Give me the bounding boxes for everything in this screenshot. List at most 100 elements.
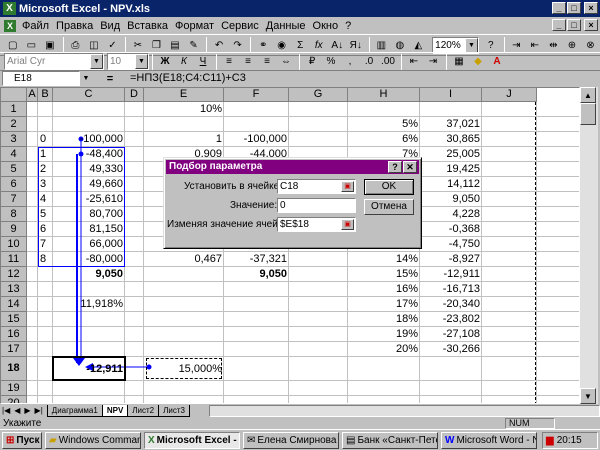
task-word[interactable]: W Microsoft Word - N... xyxy=(441,431,537,449)
value-input[interactable]: 0 xyxy=(277,198,356,213)
language-flag-icon[interactable]: ▆ xyxy=(546,435,554,446)
cell-h3[interactable]: 6% xyxy=(348,132,420,147)
cell-b8[interactable]: 5 xyxy=(38,207,53,222)
row-header-4[interactable]: 4 xyxy=(1,147,27,162)
row-header-6[interactable]: 6 xyxy=(1,177,27,192)
chevron-down-icon[interactable]: ▼ xyxy=(135,54,148,69)
cell-i12[interactable]: -12,911 xyxy=(420,267,482,282)
row-header-17[interactable]: 17 xyxy=(1,342,27,357)
row-header-20[interactable]: 20 xyxy=(1,396,27,403)
column-header-h[interactable]: H xyxy=(348,88,420,102)
cell-h2[interactable]: 5% xyxy=(348,117,420,132)
task-windows-commander[interactable]: ▰ Windows Comman... xyxy=(45,431,141,449)
cell-i7[interactable]: 9,050 xyxy=(420,192,482,207)
increase-indent-icon[interactable]: ⇥ xyxy=(424,53,442,71)
cell-c9[interactable]: 81,150 xyxy=(53,222,125,237)
cell-b10[interactable]: 7 xyxy=(38,237,53,252)
italic-button[interactable]: К xyxy=(175,53,193,71)
cell-e3[interactable]: 1 xyxy=(144,132,224,147)
cell-e18[interactable]: 15,000% xyxy=(144,357,224,381)
column-header-d[interactable]: D xyxy=(125,88,144,102)
cell-h11[interactable]: 14% xyxy=(348,252,420,267)
row-header-5[interactable]: 5 xyxy=(1,162,27,177)
cell-e11[interactable]: 0,467 xyxy=(144,252,224,267)
document-x-icon[interactable]: X xyxy=(4,19,16,32)
next-sheet-icon[interactable]: ▶ xyxy=(24,406,30,415)
row-header-15[interactable]: 15 xyxy=(1,312,27,327)
tab-sheet2[interactable]: Лист2 xyxy=(127,404,160,417)
row-header-8[interactable]: 8 xyxy=(1,207,27,222)
row-header-18[interactable]: 18 xyxy=(1,357,27,381)
task-elena[interactable]: ✉ Елена Смирнова - ... xyxy=(243,431,339,449)
chevron-down-icon[interactable]: ▼ xyxy=(80,71,92,86)
menu-file[interactable]: Файл xyxy=(22,20,49,32)
bold-button[interactable]: Ж xyxy=(156,53,174,71)
doc-close-button[interactable]: × xyxy=(584,19,598,31)
cell-b11[interactable]: 8 xyxy=(38,252,53,267)
menu-window[interactable]: Окно xyxy=(313,20,339,32)
chevron-down-icon[interactable]: ▼ xyxy=(465,37,478,53)
menu-insert[interactable]: Вставка xyxy=(127,20,168,32)
column-header-i[interactable]: I xyxy=(420,88,482,102)
cell-h17[interactable]: 20% xyxy=(348,342,420,357)
font-size-select[interactable]: 10 ▼ xyxy=(107,53,149,70)
align-left-icon[interactable]: ≡ xyxy=(220,53,238,71)
cell-i14[interactable]: -20,340 xyxy=(420,297,482,312)
cell-b4[interactable]: 1 xyxy=(38,147,53,162)
ok-button[interactable]: OK xyxy=(364,179,414,195)
cell-h14[interactable]: 17% xyxy=(348,297,420,312)
cell-i2[interactable]: 37,021 xyxy=(420,117,482,132)
cell-b3[interactable]: 0 xyxy=(38,132,53,147)
scroll-thumb[interactable] xyxy=(580,103,596,125)
vertical-scrollbar[interactable]: ▲ ▼ xyxy=(580,87,598,404)
doc-restore-button[interactable]: □ xyxy=(567,19,581,31)
cell-i3[interactable]: 30,865 xyxy=(420,132,482,147)
menu-data[interactable]: Данные xyxy=(266,20,306,32)
row-header-12[interactable]: 12 xyxy=(1,267,27,282)
decrease-indent-icon[interactable]: ⇤ xyxy=(405,53,423,71)
align-right-icon[interactable]: ≡ xyxy=(258,53,276,71)
cell-i10[interactable]: -4,750 xyxy=(420,237,482,252)
dialog-title[interactable]: Подбор параметра xyxy=(166,160,419,174)
cell-f12[interactable]: 9,050 xyxy=(224,267,289,282)
cell-i4[interactable]: 25,005 xyxy=(420,147,482,162)
cell-c14[interactable]: 11,918% xyxy=(53,297,125,312)
scroll-down-icon[interactable]: ▼ xyxy=(580,388,596,404)
cell-b9[interactable]: 6 xyxy=(38,222,53,237)
row-header-16[interactable]: 16 xyxy=(1,327,27,342)
last-sheet-icon[interactable]: ▶| xyxy=(35,406,43,415)
select-all-corner[interactable] xyxy=(1,88,27,102)
dialog-help-button[interactable]: ? xyxy=(388,161,402,173)
column-header-g[interactable]: G xyxy=(289,88,348,102)
row-header-7[interactable]: 7 xyxy=(1,192,27,207)
scroll-up-icon[interactable]: ▲ xyxy=(580,87,596,103)
row-header-3[interactable]: 3 xyxy=(1,132,27,147)
currency-icon[interactable]: ₽ xyxy=(303,53,321,71)
cell-c10[interactable]: 66,000 xyxy=(53,237,125,252)
cell-c12[interactable]: 9,050 xyxy=(53,267,125,282)
cell-i5[interactable]: 19,425 xyxy=(420,162,482,177)
cell-c4[interactable]: -48,400 xyxy=(53,147,125,162)
cell-e1[interactable]: 10% xyxy=(144,102,224,117)
zoom-select[interactable]: 120% ▼ xyxy=(432,36,479,54)
doc-minimize-button[interactable]: _ xyxy=(552,19,566,31)
cell-c3[interactable]: -100,000 xyxy=(53,132,125,147)
column-header-f[interactable]: F xyxy=(224,88,289,102)
formula-input[interactable]: =НПЗ(E18;C4:C11)+C3 xyxy=(128,71,600,86)
cell-c5[interactable]: 49,330 xyxy=(53,162,125,177)
menu-format[interactable]: Формат xyxy=(175,20,214,32)
row-header-13[interactable]: 13 xyxy=(1,282,27,297)
cell-h13[interactable]: 16% xyxy=(348,282,420,297)
task-excel[interactable]: X Microsoft Excel - ... xyxy=(144,431,240,449)
cell-f3[interactable]: -100,000 xyxy=(224,132,289,147)
prev-sheet-icon[interactable]: ◀ xyxy=(14,406,20,415)
collapse-dialog-icon[interactable]: ▣ xyxy=(341,181,354,192)
row-header-2[interactable]: 2 xyxy=(1,117,27,132)
cell-i6[interactable]: 14,112 xyxy=(420,177,482,192)
cell-b7[interactable]: 4 xyxy=(38,192,53,207)
cell-c8[interactable]: 80,700 xyxy=(53,207,125,222)
column-header-e[interactable]: E xyxy=(144,88,224,102)
increase-decimal-icon[interactable]: .0 xyxy=(360,53,378,71)
cell-i11[interactable]: -8,927 xyxy=(420,252,482,267)
font-name-select[interactable]: Arial Cyr ▼ xyxy=(4,53,104,70)
